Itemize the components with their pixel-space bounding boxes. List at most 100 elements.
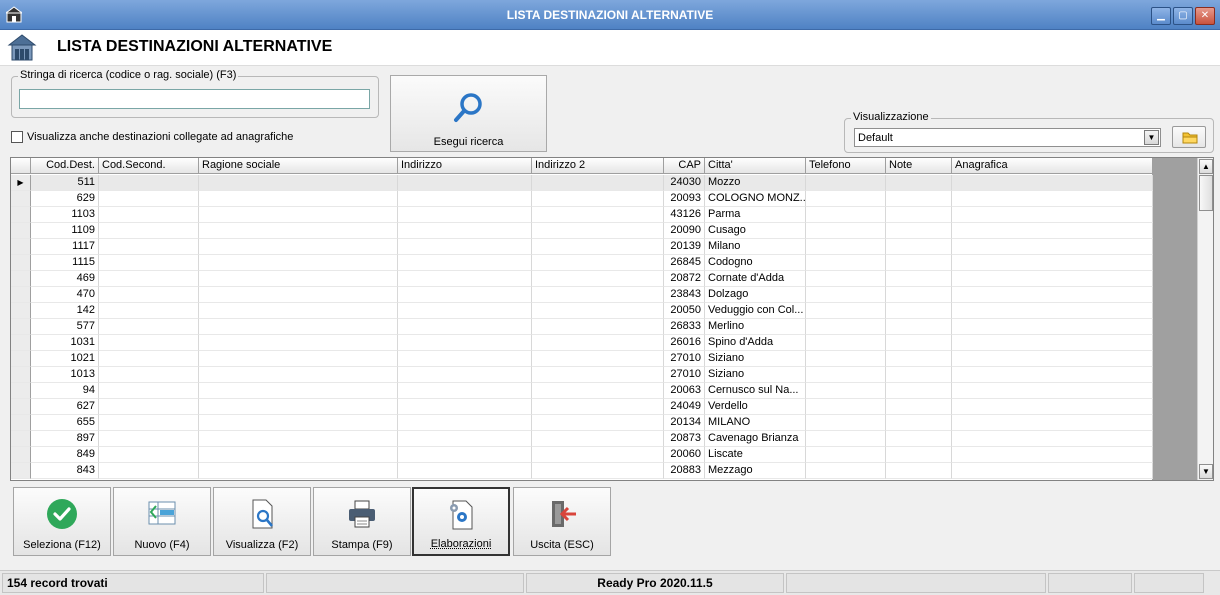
chevron-down-icon[interactable]: ▼ <box>1144 130 1159 145</box>
cell-cap: 43126 <box>664 207 705 223</box>
col-indirizzo[interactable]: Indirizzo <box>398 158 532 174</box>
cell-indirizzo-2 <box>532 319 664 335</box>
table-row[interactable]: 1117 20139 Milano <box>11 239 1153 255</box>
print-button[interactable]: Stampa (F9) <box>313 487 411 556</box>
cell-indirizzo-2 <box>532 335 664 351</box>
linked-destinations-checkbox[interactable] <box>11 131 23 143</box>
table-row[interactable]: 577 26833 Merlino <box>11 319 1153 335</box>
cell-citta: Liscate <box>705 447 806 463</box>
cell-cod-dest: 1109 <box>31 223 99 239</box>
row-indicator <box>11 351 31 367</box>
table-row[interactable]: 655 20134 MILANO <box>11 415 1153 431</box>
scroll-thumb[interactable] <box>1199 175 1213 211</box>
col-cod-second[interactable]: Cod.Second. <box>99 158 199 174</box>
table-row[interactable]: 1013 27010 Siziano <box>11 367 1153 383</box>
cell-anagrafica <box>952 367 1153 383</box>
grid-vertical-scrollbar[interactable]: ▲ ▼ <box>1197 158 1213 480</box>
cell-anagrafica <box>952 415 1153 431</box>
cell-telefono <box>806 335 886 351</box>
cell-note <box>886 191 952 207</box>
new-button[interactable]: Nuovo (F4) <box>113 487 211 556</box>
scroll-down-arrow-icon[interactable]: ▼ <box>1199 464 1213 479</box>
processing-button-label: Elaborazioni <box>430 538 492 550</box>
cell-indirizzo <box>398 463 532 479</box>
row-indicator <box>11 207 31 223</box>
cell-cap: 20134 <box>664 415 705 431</box>
table-row[interactable]: 1021 27010 Siziano <box>11 351 1153 367</box>
cell-note <box>886 175 952 191</box>
cell-cap: 20093 <box>664 191 705 207</box>
col-indirizzo-2[interactable]: Indirizzo 2 <box>532 158 664 174</box>
linked-destinations-toggle[interactable]: Visualizza anche destinazioni collegate … <box>11 131 293 143</box>
close-button[interactable]: ✕ <box>1195 7 1215 25</box>
view-select[interactable]: Default ▼ <box>854 128 1161 147</box>
cell-anagrafica <box>952 303 1153 319</box>
select-button[interactable]: Seleziona (F12) <box>13 487 111 556</box>
cell-cod-dest: 511 <box>31 175 99 191</box>
col-citta[interactable]: Citta' <box>705 158 806 174</box>
table-row[interactable]: 849 20060 Liscate <box>11 447 1153 463</box>
cell-cod-dest: 627 <box>31 399 99 415</box>
cell-cod-dest: 469 <box>31 271 99 287</box>
table-row[interactable]: 1031 26016 Spino d'Adda <box>11 335 1153 351</box>
cell-ragione-sociale <box>199 351 398 367</box>
cell-cod-dest: 94 <box>31 383 99 399</box>
search-input[interactable] <box>19 89 370 109</box>
col-anagrafica[interactable]: Anagrafica <box>952 158 1153 174</box>
table-row[interactable]: 1109 20090 Cusago <box>11 223 1153 239</box>
record-count: 154 record trovati <box>2 573 264 593</box>
destinations-grid[interactable]: Cod.Dest. Cod.Second. Ragione sociale In… <box>10 157 1214 481</box>
cell-cod-dest: 849 <box>31 447 99 463</box>
row-indicator <box>11 239 31 255</box>
cell-ragione-sociale <box>199 255 398 271</box>
col-cod-dest[interactable]: Cod.Dest. <box>31 158 99 174</box>
table-row[interactable]: 1103 43126 Parma <box>11 207 1153 223</box>
processing-button[interactable]: Elaborazioni <box>412 487 510 556</box>
table-row[interactable]: 94 20063 Cernusco sul Na... <box>11 383 1153 399</box>
cell-indirizzo-2 <box>532 463 664 479</box>
col-ragione-sociale[interactable]: Ragione sociale <box>199 158 398 174</box>
cell-cap: 20872 <box>664 271 705 287</box>
table-row[interactable]: 629 20093 COLOGNO MONZ... <box>11 191 1153 207</box>
table-row[interactable]: 627 24049 Verdello <box>11 399 1153 415</box>
table-row[interactable]: 897 20873 Cavenago Brianza <box>11 431 1153 447</box>
cell-telefono <box>806 191 886 207</box>
print-button-label: Stampa (F9) <box>331 539 393 551</box>
col-cap[interactable]: CAP <box>664 158 705 174</box>
maximize-button[interactable]: ▢ <box>1173 7 1193 25</box>
exit-button[interactable]: Uscita (ESC) <box>513 487 611 556</box>
minimize-button[interactable]: ▁ <box>1151 7 1171 25</box>
table-row[interactable]: 1115 26845 Codogno <box>11 255 1153 271</box>
cell-cap: 20063 <box>664 383 705 399</box>
cell-citta: Siziano <box>705 351 806 367</box>
scroll-up-arrow-icon[interactable]: ▲ <box>1199 159 1213 174</box>
cell-cod-second <box>99 287 199 303</box>
col-note[interactable]: Note <box>886 158 952 174</box>
cell-indirizzo-2 <box>532 303 664 319</box>
cell-indirizzo-2 <box>532 351 664 367</box>
exit-door-icon <box>552 501 576 527</box>
open-folder-button[interactable] <box>1172 126 1206 148</box>
cell-note <box>886 287 952 303</box>
cell-telefono <box>806 319 886 335</box>
table-row[interactable]: ▶ 511 24030 Mozzo <box>11 175 1153 191</box>
table-row[interactable]: 469 20872 Cornate d'Adda <box>11 271 1153 287</box>
cell-note <box>886 223 952 239</box>
table-row[interactable]: 470 23843 Dolzago <box>11 287 1153 303</box>
cell-cod-second <box>99 431 199 447</box>
cell-note <box>886 367 952 383</box>
cell-anagrafica <box>952 351 1153 367</box>
cell-cod-second <box>99 255 199 271</box>
cell-indirizzo-2 <box>532 239 664 255</box>
view-button[interactable]: Visualizza (F2) <box>213 487 311 556</box>
cell-anagrafica <box>952 271 1153 287</box>
run-search-button[interactable]: Esegui ricerca <box>390 75 547 152</box>
cell-indirizzo <box>398 319 532 335</box>
cell-indirizzo <box>398 223 532 239</box>
table-row[interactable]: 142 20050 Veduggio con Col... <box>11 303 1153 319</box>
document-gear-icon <box>450 500 473 530</box>
col-telefono[interactable]: Telefono <box>806 158 886 174</box>
cell-anagrafica <box>952 223 1153 239</box>
cell-citta: Merlino <box>705 319 806 335</box>
table-row[interactable]: 843 20883 Mezzago <box>11 463 1153 479</box>
